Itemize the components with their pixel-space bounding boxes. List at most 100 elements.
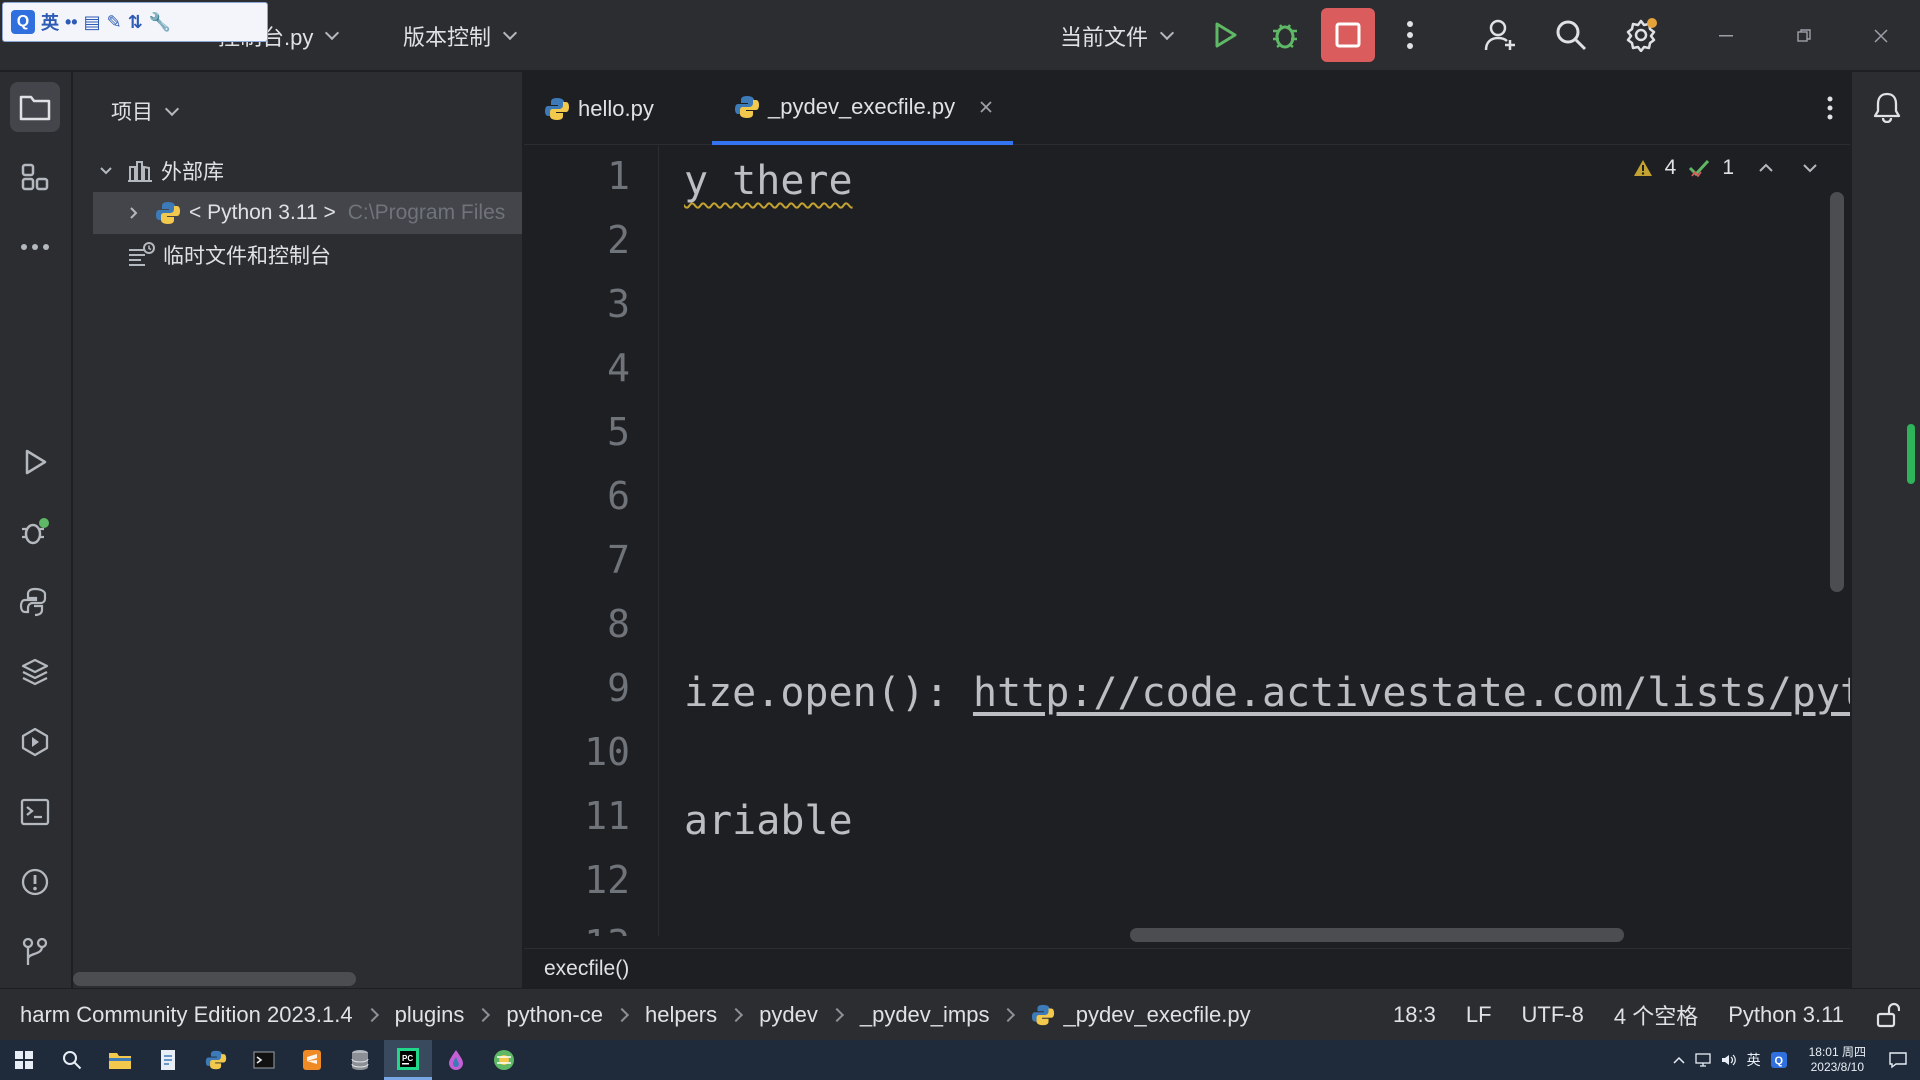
- path-segment[interactable]: _pydev_imps: [860, 1002, 990, 1028]
- tab-options-button[interactable]: [1810, 88, 1850, 128]
- breadcrumb-function[interactable]: execfile(): [544, 957, 629, 981]
- line-number[interactable]: 2: [607, 218, 630, 262]
- status-path-breadcrumb: harm Community Edition 2023.1.4 plugins …: [0, 1002, 1251, 1028]
- path-segment[interactable]: helpers: [645, 1002, 717, 1028]
- ime-toolbar[interactable]: Q 英 •• ▤ ✎ ⇅ 🔧: [2, 2, 268, 42]
- python-packages-button[interactable]: [10, 647, 60, 697]
- start-button[interactable]: [0, 1040, 48, 1080]
- restore-button[interactable]: [1782, 14, 1826, 58]
- ime-lang-toggle[interactable]: 英: [41, 9, 59, 35]
- search-everywhere-button[interactable]: [1546, 10, 1596, 60]
- ime-punct-icon[interactable]: ••: [65, 12, 78, 33]
- taskbar-notepad[interactable]: [144, 1040, 192, 1080]
- close-window-button[interactable]: [1859, 14, 1903, 58]
- path-segment[interactable]: python-ce: [506, 1002, 603, 1028]
- inspection-widget[interactable]: 4 1: [1633, 156, 1818, 180]
- taskbar-explorer[interactable]: [96, 1040, 144, 1080]
- project-horizontal-scrollbar[interactable]: [73, 972, 356, 986]
- line-separator[interactable]: LF: [1466, 1002, 1492, 1028]
- indent-setting[interactable]: 4 个空格: [1614, 999, 1698, 1031]
- code-breadcrumb[interactable]: execfile(): [524, 948, 1850, 988]
- caret-position[interactable]: 18:3: [1393, 1002, 1436, 1028]
- problems-tool-button[interactable]: [10, 857, 60, 907]
- ime-edit-icon[interactable]: ✎: [107, 12, 122, 33]
- interpreter-selector[interactable]: Python 3.11: [1728, 1002, 1844, 1028]
- structure-tool-button[interactable]: [10, 152, 60, 202]
- more-tools-button[interactable]: [10, 222, 60, 272]
- ime-logo-icon[interactable]: Q: [11, 10, 35, 34]
- tab-hello-py[interactable]: hello.py: [544, 72, 654, 145]
- editor-area: hello.py _pydev_execfile.py 1 2 3 4 5 6 7 8 9 10 1…: [524, 72, 1850, 988]
- network-icon[interactable]: [1694, 1053, 1711, 1067]
- run-button[interactable]: [1200, 10, 1250, 60]
- editor-horizontal-scrollbar[interactable]: [1130, 928, 1624, 942]
- line-number[interactable]: 8: [607, 602, 630, 646]
- code-view[interactable]: y there ize.open(): http://code.activest…: [664, 146, 1850, 936]
- line-number[interactable]: 1: [607, 154, 630, 198]
- taskbar-pycharm[interactable]: PC: [384, 1040, 432, 1080]
- vcs-menu-label: 版本控制: [403, 24, 492, 50]
- tree-item-scratches[interactable]: 临时文件和控制台: [93, 234, 522, 276]
- close-icon[interactable]: [979, 100, 993, 114]
- line-number[interactable]: 4: [607, 346, 630, 390]
- volume-icon[interactable]: [1721, 1053, 1737, 1067]
- path-segment[interactable]: _pydev_execfile.py: [1063, 1002, 1250, 1028]
- terminal-tool-button[interactable]: [10, 787, 60, 837]
- path-segment[interactable]: plugins: [395, 1002, 465, 1028]
- line-number[interactable]: 7: [607, 538, 630, 582]
- python-console-button[interactable]: [10, 577, 60, 627]
- notifications-button[interactable]: [1862, 82, 1912, 132]
- tree-item-label: 临时文件和控制台: [163, 245, 331, 268]
- stop-button[interactable]: [1321, 8, 1375, 62]
- debug-button[interactable]: [1260, 10, 1310, 60]
- chevron-up-icon[interactable]: [1758, 162, 1774, 174]
- ime-softkbd-icon[interactable]: ▤: [84, 12, 101, 33]
- line-number[interactable]: 10: [584, 730, 630, 774]
- code-with-me-button[interactable]: [1476, 10, 1526, 60]
- line-number[interactable]: 5: [607, 410, 630, 454]
- line-number[interactable]: 9: [607, 666, 630, 710]
- tab-pydev-execfile[interactable]: _pydev_execfile.py: [712, 72, 1014, 145]
- taskbar-terminal[interactable]: [240, 1040, 288, 1080]
- settings-button[interactable]: [1616, 10, 1666, 60]
- tree-item-python-sdk[interactable]: < Python 3.11 > C:\Program Files: [93, 192, 522, 234]
- taskbar-browser[interactable]: [480, 1040, 528, 1080]
- path-segment[interactable]: pydev: [759, 1002, 818, 1028]
- run-config-selector[interactable]: 当前文件: [1060, 0, 1175, 71]
- taskbar-color-app[interactable]: [432, 1040, 480, 1080]
- chevron-up-icon[interactable]: [1673, 1056, 1685, 1064]
- run-tool-button[interactable]: [10, 437, 60, 487]
- vcs-menu[interactable]: 版本控制: [403, 0, 518, 71]
- path-segment[interactable]: harm Community Edition 2023.1.4: [20, 1002, 353, 1028]
- taskbar-database[interactable]: [336, 1040, 384, 1080]
- unlock-icon[interactable]: [1874, 1002, 1900, 1028]
- project-panel-title: 项目: [111, 101, 153, 124]
- debug-tool-button[interactable]: [10, 507, 60, 557]
- more-actions-button[interactable]: [1390, 10, 1430, 60]
- line-number[interactable]: 13: [584, 922, 630, 936]
- tree-item-label: < Python 3.11 >: [189, 201, 336, 224]
- line-number[interactable]: 11: [584, 794, 630, 838]
- git-tool-button[interactable]: [10, 927, 60, 977]
- line-number[interactable]: 12: [584, 858, 630, 902]
- code-url-link[interactable]: http://code.activestate.com/lists/pyth: [973, 670, 1850, 716]
- editor-vertical-scrollbar[interactable]: [1830, 192, 1844, 592]
- taskbar-python[interactable]: [192, 1040, 240, 1080]
- minimize-button[interactable]: [1705, 14, 1749, 58]
- project-tool-button[interactable]: [10, 82, 60, 132]
- chevron-down-icon[interactable]: [1802, 162, 1818, 174]
- services-tool-button[interactable]: [10, 717, 60, 767]
- ime-convert-icon[interactable]: ⇅: [128, 12, 143, 33]
- notification-center-icon[interactable]: [1888, 1051, 1908, 1069]
- ime-settings-icon[interactable]: 🔧: [149, 12, 171, 33]
- file-encoding[interactable]: UTF-8: [1522, 1002, 1584, 1028]
- taskbar-sublime[interactable]: [288, 1040, 336, 1080]
- line-number[interactable]: 3: [607, 282, 630, 326]
- qq-pinyin-icon[interactable]: Q: [1770, 1052, 1787, 1068]
- taskbar-search-button[interactable]: [48, 1040, 96, 1080]
- line-number[interactable]: 6: [607, 474, 630, 518]
- tree-item-external-libraries[interactable]: 外部库: [93, 150, 522, 192]
- project-panel-header[interactable]: 项目: [111, 96, 180, 126]
- clock[interactable]: 18:01 周四 2023/8/10: [1809, 1045, 1866, 1075]
- ime-indicator[interactable]: 英: [1747, 1050, 1761, 1070]
